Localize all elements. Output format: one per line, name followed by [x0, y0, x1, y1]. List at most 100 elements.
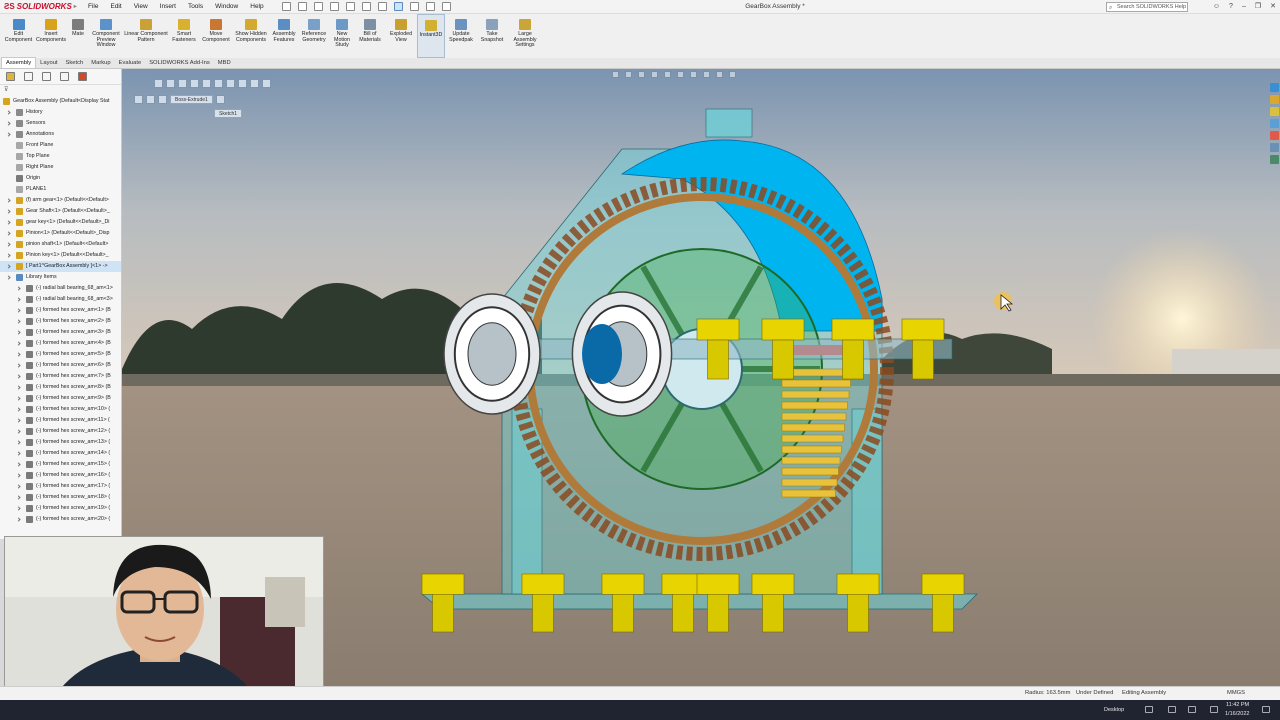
restore-icon[interactable]: ❐ — [1255, 0, 1261, 14]
network-icon[interactable] — [1145, 706, 1153, 713]
edit-component-button[interactable]: Edit Component — [2, 14, 35, 58]
help-search-input[interactable]: ⌕ Search SOLIDWORKS Help — [1106, 2, 1188, 12]
menu-window[interactable]: Window — [209, 0, 244, 14]
breadcrumb-feature[interactable]: Boss-Extrude1 — [170, 95, 213, 104]
base-plate-part[interactable] — [420, 593, 978, 610]
take-snapshot-button[interactable]: Take Snapshot — [477, 14, 507, 58]
close-icon[interactable]: ✕ — [1270, 0, 1276, 14]
pattern-icon[interactable] — [262, 79, 271, 88]
smart-fasteners-button[interactable]: Smart Fasteners — [169, 14, 199, 58]
tree-item[interactable]: Sensors — [0, 118, 121, 129]
cover-bolt-part[interactable] — [901, 318, 945, 341]
cover-bolt-part-shank[interactable] — [912, 339, 934, 380]
expand-arrow-icon[interactable] — [16, 429, 21, 434]
expand-arrow-icon[interactable] — [6, 209, 11, 214]
help-icon[interactable]: ? — [1229, 0, 1233, 14]
expand-arrow-icon[interactable] — [6, 121, 11, 126]
bill-of-materials-button[interactable]: Bill of Materials — [355, 14, 385, 58]
display-style-icon[interactable] — [677, 70, 684, 78]
arc-icon[interactable] — [202, 79, 211, 88]
edit-appearance-icon[interactable] — [703, 70, 710, 78]
taskbar-desktop[interactable]: Desktop — [1104, 707, 1124, 713]
tree-item[interactable]: (f) arm gear<1> (Default<<Default> — [0, 195, 121, 206]
filter-icon[interactable]: ⊽ — [0, 85, 121, 96]
expand-arrow-icon[interactable] — [16, 506, 21, 511]
notifications-icon[interactable] — [1262, 706, 1270, 713]
tree-item[interactable]: Gear Shaft<1> (Default<<Default>_ — [0, 206, 121, 217]
expand-arrow-icon[interactable] — [6, 110, 11, 115]
appearances-icon[interactable] — [1270, 131, 1279, 140]
tab-assembly[interactable]: Assembly — [1, 57, 37, 68]
base-bolt-part-shank[interactable] — [612, 593, 634, 633]
tree-item[interactable]: (-) formed hex screw_am<16> ( — [0, 470, 121, 481]
tree-item[interactable]: (-) formed hex screw_am<10> ( — [0, 404, 121, 415]
design-library-icon[interactable] — [1270, 95, 1279, 104]
cover-bolt-part-shank[interactable] — [772, 339, 794, 380]
undo-icon[interactable] — [377, 2, 387, 11]
linear-component-pattern-button[interactable]: Linear Component Pattern — [123, 14, 169, 58]
tree-item[interactable]: gear key<1> (Default<<Default>_Di — [0, 217, 121, 228]
tree-item[interactable]: (-) formed hex screw_am<15> ( — [0, 459, 121, 470]
move-component-button[interactable]: Move Component — [199, 14, 233, 58]
expand-arrow-icon[interactable] — [6, 231, 11, 236]
tree-item[interactable]: Pinion key<1> (Default<<Default>_ — [0, 250, 121, 261]
reference-geometry-button[interactable]: Reference Geometry — [299, 14, 329, 58]
expand-arrow-icon[interactable] — [16, 352, 21, 357]
expand-arrow-icon[interactable] — [16, 341, 21, 346]
tree-item[interactable]: (-) formed hex screw_am<17> ( — [0, 481, 121, 492]
breadcrumb-sketch[interactable]: Sketch1 — [214, 109, 243, 118]
tab-markup[interactable]: Markup — [87, 58, 114, 68]
tree-item[interactable]: pinion shaft<1> (Default<<Default> — [0, 239, 121, 250]
open-icon[interactable] — [329, 2, 339, 11]
tree-item[interactable]: Front Plane — [0, 140, 121, 151]
menu-tools[interactable]: Tools — [182, 0, 209, 14]
view-palette-icon[interactable] — [1270, 119, 1279, 128]
mate-button[interactable]: Mate — [67, 14, 89, 58]
file-properties-icon[interactable] — [425, 2, 435, 11]
expand-arrow-icon[interactable] — [16, 495, 21, 500]
tree-item[interactable]: (-) formed hex screw_am<4> (B — [0, 338, 121, 349]
file-explorer-icon[interactable] — [1270, 107, 1279, 116]
tree-item[interactable]: (-) formed hex screw_am<3> (B — [0, 327, 121, 338]
new-document-icon[interactable] — [313, 2, 323, 11]
expand-arrow-icon[interactable] — [16, 407, 21, 412]
options-icon[interactable] — [441, 2, 451, 11]
tree-item[interactable]: (-) formed hex screw_am<12> ( — [0, 426, 121, 437]
base-bolt-part[interactable] — [836, 573, 880, 595]
new-motion-study-button[interactable]: New Motion Study — [329, 14, 355, 58]
tree-item[interactable]: PLANE1 — [0, 184, 121, 195]
taskbar-time[interactable]: 11:42 PM — [1226, 702, 1249, 708]
home-icon[interactable] — [297, 2, 307, 11]
view-settings-icon[interactable] — [729, 70, 736, 78]
expand-arrow-icon[interactable] — [16, 484, 21, 489]
tab-solidworks-add-ins[interactable]: SOLIDWORKS Add-Ins — [145, 58, 214, 68]
menu-help[interactable]: Help — [244, 0, 269, 14]
tree-item[interactable]: GearBox Assembly (Default<Display Stat — [0, 96, 121, 107]
custom-properties-icon[interactable] — [1270, 143, 1279, 152]
expand-arrow-icon[interactable] — [6, 275, 11, 280]
cover-bolt-part[interactable] — [761, 318, 805, 341]
tree-item[interactable]: (-) formed hex screw_am<14> ( — [0, 448, 121, 459]
tree-item[interactable]: [ Part1^GearBox Assembly ]<1> -> — [0, 261, 121, 272]
bearing-left-part-inner[interactable] — [467, 322, 517, 386]
tree-item[interactable]: (-) formed hex screw_am<18> ( — [0, 492, 121, 503]
expand-arrow-icon[interactable] — [6, 264, 11, 269]
tab-sketch[interactable]: Sketch — [62, 58, 88, 68]
expand-arrow-icon[interactable] — [16, 440, 21, 445]
expand-arrow-icon[interactable] — [16, 297, 21, 302]
tree-item[interactable]: Top Plane — [0, 151, 121, 162]
display-manager-icon[interactable] — [78, 72, 87, 81]
exploded-view-button[interactable]: Exploded View — [385, 14, 417, 58]
base-bolt-part-shank[interactable] — [672, 593, 694, 633]
configuration-manager-icon[interactable] — [42, 72, 51, 81]
base-bolt-part-shank[interactable] — [932, 593, 954, 633]
tree-item[interactable]: History — [0, 107, 121, 118]
tree-item[interactable]: (-) formed hex screw_am<7> (B — [0, 371, 121, 382]
tree-item[interactable]: (-) radial ball bearing_68_am<1> — [0, 283, 121, 294]
smart-dimension-icon[interactable] — [154, 79, 163, 88]
menu-file[interactable]: File — [82, 0, 104, 14]
expand-arrow-icon[interactable] — [16, 462, 21, 467]
tree-item[interactable]: (-) formed hex screw_am<2> (B — [0, 316, 121, 327]
tree-item[interactable]: (-) formed hex screw_am<11> ( — [0, 415, 121, 426]
mirror-icon[interactable] — [250, 79, 259, 88]
